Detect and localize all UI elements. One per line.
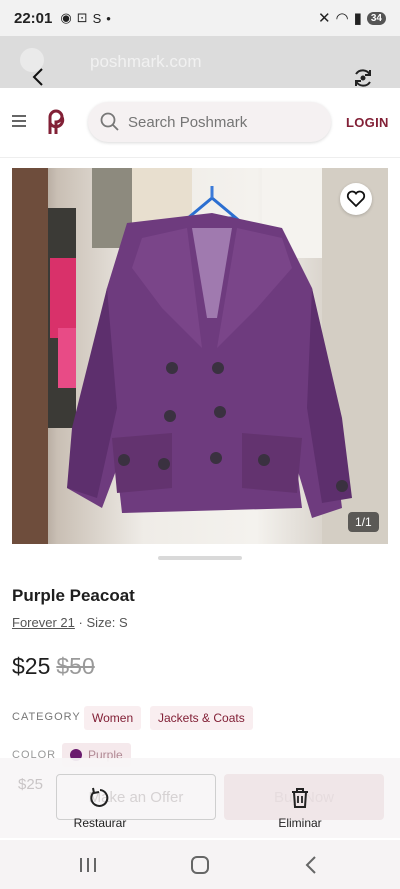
size-text: Size: S [86,615,128,630]
mute-icon: ✕ [317,10,331,27]
current-price: $25 [12,653,51,679]
delete-label: Eliminar [278,816,322,830]
battery-icon: 34 [366,11,386,25]
brand-size-line: Forever 21 · Size: S [12,615,128,630]
browser-url[interactable]: poshmark.com [90,52,201,72]
signal-icon: ▮ [353,10,362,27]
delete-button[interactable]: Eliminar [264,786,336,832]
login-link[interactable]: LOGIN [346,115,389,130]
price-line: $25 $50 [12,653,95,680]
system-nav-bar [0,840,400,889]
category-label: CATEGORY [12,711,81,723]
s-app-icon: S [92,10,102,26]
bottom-action-bar: $25 Make an Offer Buy Now [0,758,400,838]
nav-back-icon[interactable] [300,854,324,876]
trash-icon [292,788,308,808]
sheet-drag-handle[interactable] [158,556,242,560]
search-box[interactable] [88,102,331,142]
status-time: 22:01 [14,9,53,27]
rotate-icon[interactable] [351,66,375,90]
brand-link[interactable]: Forever 21 [12,615,75,630]
restore-button[interactable]: Restaurar [64,786,136,832]
back-arrow-icon[interactable] [28,66,50,88]
recent-apps-icon[interactable] [76,854,100,876]
bar-price: $25 [18,776,44,793]
separator: · [78,615,83,630]
wifi-icon: ◠ [335,10,349,27]
listing-title: Purple Peacoat [12,586,135,605]
dot-icon: • [106,10,111,26]
like-heart-icon[interactable] [340,183,372,215]
poshmark-logo-icon[interactable] [44,108,68,136]
product-image[interactable] [12,168,388,544]
restore-label: Restaurar [73,816,127,830]
search-icon [100,112,119,131]
browser-bar: poshmark.com [0,36,400,88]
system-icons: ✕ ◠ ▮ 34 [318,9,386,27]
category-tag-jackets-coats[interactable]: Jackets & Coats [150,706,253,730]
restore-icon [90,787,109,807]
home-icon[interactable] [188,854,212,876]
hamburger-menu-icon[interactable] [12,115,26,127]
notification-icons: ◉ ⊡ S • [60,10,110,26]
image-counter: 1/1 [348,512,379,532]
search-input[interactable] [128,113,308,131]
category-tag-women[interactable]: Women [84,706,142,730]
screenshot-icon: ⊡ [76,10,88,25]
original-price: $50 [56,653,95,679]
site-header: LOGIN [0,88,400,158]
status-bar: 22:01 ◉ ⊡ S • ✕ ◠ ▮ 34 [0,0,400,36]
messenger-icon: ◉ [60,10,72,25]
